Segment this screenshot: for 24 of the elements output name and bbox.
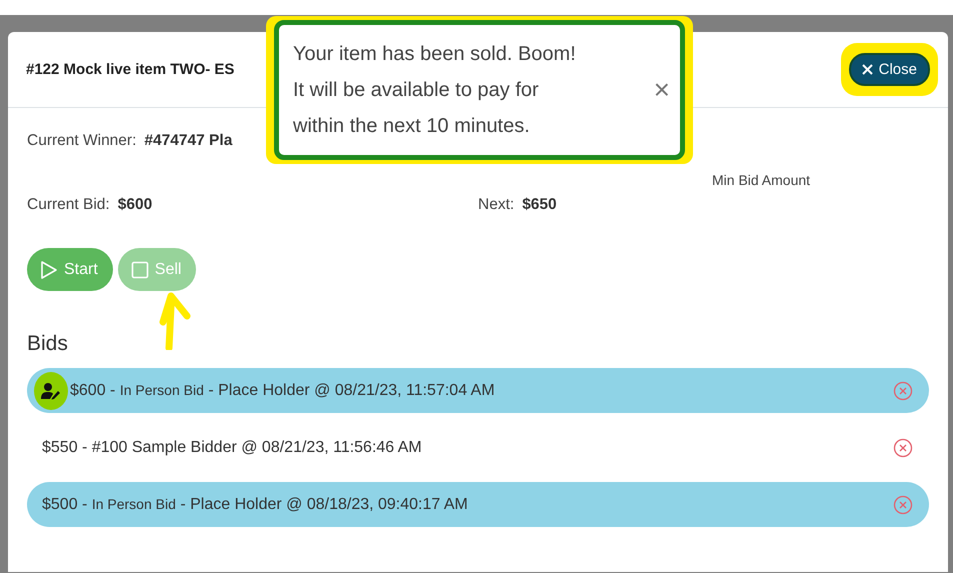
winner-value: #474747 Pla (144, 132, 232, 150)
next-bid-label: Next: (478, 196, 514, 214)
bid-text: $500 - In Person Bid - Place Holder @ 08/18/23, 09:40:17 AM (42, 496, 469, 514)
min-bid-caption: Min Bid Amount (712, 172, 810, 188)
remove-icon[interactable] (893, 438, 913, 458)
toast-message: Your item has been sold. Boom! (293, 42, 576, 67)
toast-close-button[interactable]: × (654, 74, 670, 106)
play-icon (40, 260, 58, 280)
next-bid-value: $650 (522, 196, 557, 214)
modal-title: #122 Mock live item TWO- ES (26, 61, 234, 78)
stop-icon (130, 260, 149, 278)
close-button[interactable]: Close (848, 53, 930, 86)
current-bid-label: Current Bid: (27, 196, 110, 214)
start-button[interactable]: Start (27, 248, 113, 291)
current-bid-value: $600 (118, 196, 152, 214)
close-icon (862, 64, 873, 75)
winner-label: Current Winner: (27, 132, 136, 150)
toast-message: It will be available to pay for (293, 78, 539, 103)
toast-message: within the next 10 minutes. (293, 114, 530, 139)
remove-icon[interactable] (893, 380, 913, 400)
bids-heading: Bids (27, 331, 68, 356)
bid-text: $600 - In Person Bid - Place Holder @ 08/21/23, 11:57:04 AM (70, 382, 496, 400)
bid-text: $550 - #100 Sample Bidder @ 08/21/23, 11:56:46 AM (42, 438, 423, 456)
remove-icon[interactable] (893, 494, 913, 514)
